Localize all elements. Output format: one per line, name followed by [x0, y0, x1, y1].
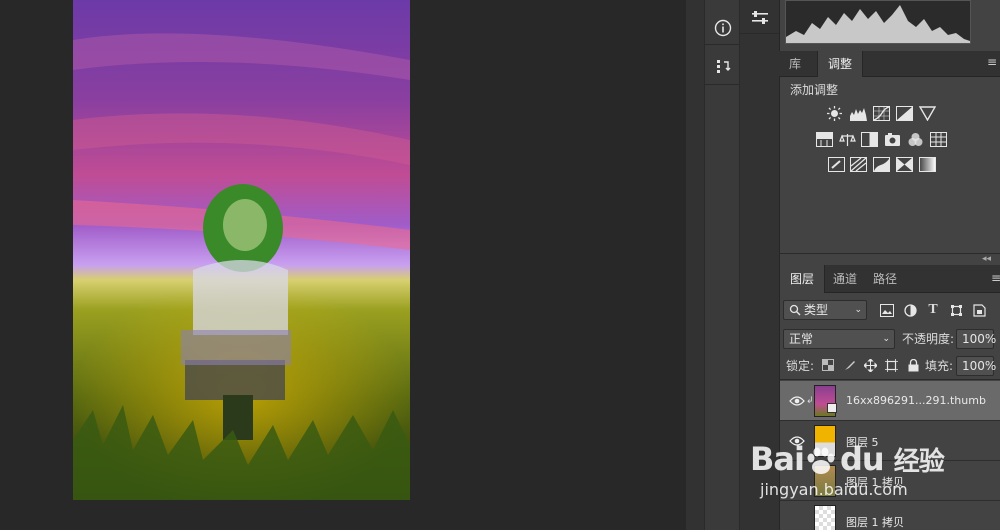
opacity-input[interactable]: 100% — [956, 329, 996, 349]
tab-adjustments[interactable]: 调整 — [817, 51, 864, 77]
adjustments-tab-bar: 库 调整 ≡ — [779, 51, 1000, 77]
watermark-brand: Bai du 经验 — [750, 440, 945, 478]
pixel-filter-icon[interactable] — [880, 303, 894, 317]
histogram — [785, 0, 971, 44]
type-filter-icon[interactable]: T — [926, 302, 940, 317]
info-icon — [714, 19, 732, 37]
strip-divider — [705, 44, 741, 45]
paw-logo-icon — [804, 440, 840, 478]
collapse-arrows-icon[interactable]: ◂◂ — [982, 254, 996, 264]
canvas-image — [73, 0, 410, 500]
layer-filter-value: 类型 — [804, 303, 829, 317]
blend-mode-select[interactable]: 正常 ⌄ — [783, 329, 895, 349]
lock-all-icon[interactable] — [906, 358, 920, 372]
gradient-map-icon[interactable] — [919, 157, 936, 172]
baidu-watermark: Bai du 经验 jingyan.baidu.com — [750, 440, 950, 520]
watermark-site: jingyan.baidu.com — [760, 480, 908, 499]
adjustment-filter-icon[interactable] — [903, 303, 917, 317]
tab-paths[interactable]: 路径 — [863, 265, 907, 293]
sliders-icon — [752, 11, 768, 24]
layers-panel-menu-icon[interactable]: ≡ — [991, 271, 1000, 287]
history-panel-button[interactable] — [709, 52, 737, 80]
shape-filter-icon[interactable] — [949, 303, 963, 317]
strip-divider — [705, 84, 741, 85]
levels-icon[interactable] — [850, 106, 867, 121]
eye-icon[interactable] — [789, 395, 805, 407]
clipping-arrow-icon: ↲ — [806, 396, 814, 406]
chevron-down-icon: ⌄ — [882, 334, 890, 344]
lock-label: 锁定: — [786, 359, 815, 373]
threshold-icon[interactable] — [873, 157, 890, 172]
posterize-icon[interactable] — [850, 157, 867, 172]
layers-tab-bar: 图层 通道 路径 ≡ — [779, 265, 1000, 293]
smart-object-badge-icon — [827, 403, 837, 413]
curves-icon[interactable] — [873, 106, 890, 121]
lock-image-icon[interactable] — [843, 358, 857, 372]
hue-saturation-icon[interactable] — [816, 132, 833, 147]
fill-input[interactable]: 100% — [956, 356, 996, 376]
opacity-label: 不透明度: — [902, 332, 955, 346]
panel-gutter — [686, 0, 704, 530]
exposure-icon[interactable] — [896, 106, 913, 121]
histogram-graph — [786, 5, 970, 43]
selective-color-icon[interactable] — [896, 157, 913, 172]
tab-library[interactable]: 库 — [779, 51, 811, 77]
layer-row[interactable]: ↲ 16xx896291...291.thumb — [780, 381, 1000, 421]
photo-filter-icon[interactable] — [884, 132, 901, 147]
layer-filter-select[interactable]: 类型 ⌄ — [783, 300, 867, 320]
properties-panel-button[interactable] — [746, 4, 774, 32]
collapsed-panel-strip — [704, 0, 741, 530]
lock-position-icon[interactable] — [863, 358, 877, 372]
strip-divider — [740, 33, 779, 34]
panel-menu-icon[interactable]: ≡ — [987, 55, 999, 71]
smart-object-filter-icon[interactable] — [972, 303, 986, 317]
color-lookup-icon[interactable] — [930, 132, 947, 147]
lock-artboard-icon[interactable] — [884, 358, 898, 372]
channel-mixer-icon[interactable] — [907, 132, 924, 147]
color-balance-icon[interactable] — [839, 132, 856, 147]
vibrance-icon[interactable] — [919, 106, 936, 121]
black-white-icon[interactable] — [861, 132, 878, 147]
lock-transparent-icon[interactable] — [821, 358, 835, 372]
chevron-down-icon: ⌄ — [854, 305, 862, 315]
info-panel-button[interactable] — [709, 14, 737, 42]
invert-icon[interactable] — [828, 157, 845, 172]
layers-list-separator — [779, 379, 1000, 380]
tab-layers[interactable]: 图层 — [779, 265, 826, 293]
brightness-contrast-icon[interactable] — [826, 106, 843, 121]
layer-name: 16xx896291...291.thumb — [846, 394, 986, 407]
panel-separator — [779, 253, 1000, 254]
history-icon — [717, 60, 731, 73]
adjustments-heading: 添加调整 — [790, 83, 839, 97]
blend-mode-value: 正常 — [789, 332, 814, 346]
document-canvas[interactable] — [73, 0, 410, 500]
fill-label: 填充: — [925, 359, 954, 373]
search-icon — [788, 303, 802, 317]
tab-channels[interactable]: 通道 — [823, 265, 867, 293]
